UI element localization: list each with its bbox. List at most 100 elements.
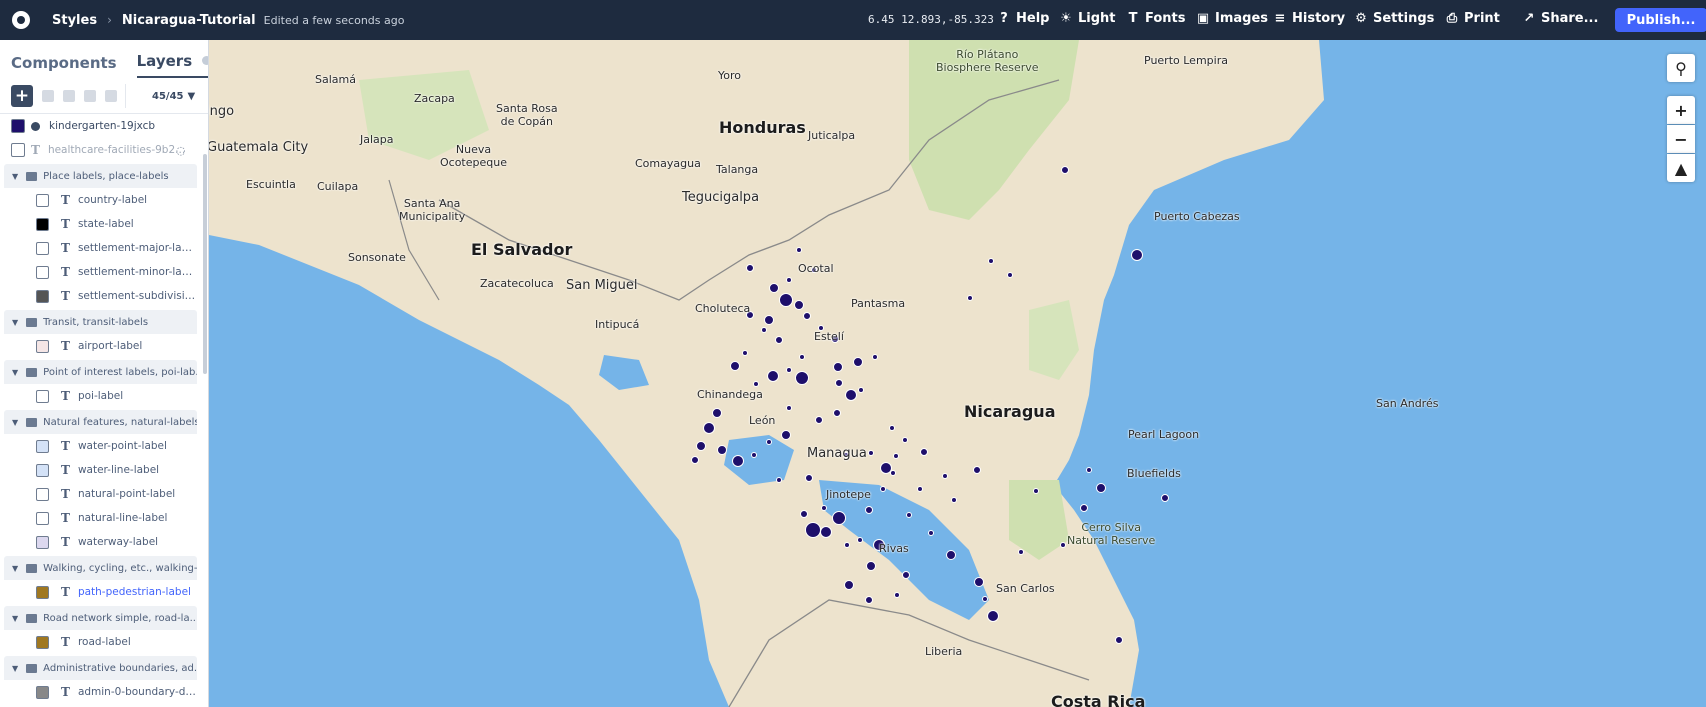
label-cuilapa: Cuilapa	[317, 180, 359, 193]
publish-button[interactable]: Publish...	[1615, 8, 1706, 32]
sidebar-scrollbar[interactable]	[203, 154, 207, 374]
layer-count[interactable]: 45/45 ▼	[125, 84, 195, 108]
compass-button[interactable]: ▲	[1667, 154, 1695, 182]
caret-down-icon: ▼	[12, 563, 19, 573]
tab-layers[interactable]: Layers	[136, 52, 208, 78]
text-layer-icon: T	[61, 463, 70, 477]
layer-row[interactable]: Tnatural-line-label	[4, 506, 197, 530]
kindergarten-point	[821, 505, 827, 511]
layer-row[interactable]: Twater-point-label	[4, 434, 197, 458]
layer-row[interactable]: Thealthcare-facilities-9b2... ◌	[0, 138, 208, 162]
history-icon: ≡	[1274, 11, 1286, 26]
layer-label: settlement-major-label	[77, 242, 197, 254]
layer-label: settlement-minor-label	[77, 266, 197, 278]
style-name[interactable]: Nicaragua-Tutorial	[122, 13, 256, 28]
kindergarten-point	[794, 300, 804, 310]
settings-button[interactable]: ⚙ Settings	[1354, 11, 1434, 26]
layer-swatch	[11, 119, 25, 133]
kindergarten-point	[751, 452, 757, 458]
label-san-miguel: San Miguel	[566, 278, 638, 293]
folder-icon	[26, 367, 38, 377]
help-button[interactable]: ? Help	[997, 11, 1049, 26]
layer-row[interactable]: Tadmin-0-boundary-disp...	[4, 680, 197, 704]
label-ingo: ingo	[209, 104, 235, 119]
layer-row[interactable]: Twater-line-label	[4, 458, 197, 482]
layer-label: country-label	[77, 194, 148, 206]
layer-label: natural-line-label	[77, 512, 168, 524]
layer-row[interactable]: Tsettlement-subdivision...	[4, 284, 197, 308]
layer-swatch	[36, 241, 49, 255]
label-managua: Managua	[807, 446, 867, 461]
layer-group-header[interactable]: ▼ Natural features, natural-labels	[4, 410, 197, 434]
label-pearl-lagoon: Pearl Lagoon	[1128, 428, 1200, 441]
layer-group-header[interactable]: ▼ Place labels, place-labels	[4, 164, 197, 188]
label-puerto-lempira: Puerto Lempira	[1144, 54, 1228, 67]
kindergarten-point	[1060, 542, 1066, 548]
print-button[interactable]: ⎙ Print	[1445, 11, 1500, 26]
text-layer-icon: T	[61, 635, 70, 649]
layer-row[interactable]: Tstate-label	[4, 212, 197, 236]
kindergarten-point	[844, 580, 854, 590]
layer-row[interactable]: Tsettlement-minor-label	[4, 260, 197, 284]
layers-sidebar: Components Layers + 45/45 ▼ kindergarten-…	[0, 40, 209, 707]
zoom-in-button[interactable]: +	[1667, 96, 1695, 124]
delete-icon[interactable]	[105, 89, 117, 102]
label-nueva-ocotepeque: Nueva Ocotepeque	[440, 143, 507, 169]
label-intipuca: Intipucá	[595, 318, 640, 331]
kindergarten-point	[833, 362, 843, 372]
hide-icon[interactable]	[84, 89, 96, 102]
images-button[interactable]: ▣ Images	[1196, 11, 1268, 26]
duplicate-icon[interactable]	[42, 89, 54, 102]
folder-icon	[26, 317, 38, 327]
text-layer-icon: T	[61, 511, 70, 525]
kindergarten-point	[946, 550, 956, 560]
circle-layer-icon	[31, 121, 40, 131]
share-icon: ↗	[1523, 11, 1535, 26]
add-layer-button[interactable]: +	[11, 84, 33, 107]
zoom-coords-readout: 6.45 12.893,-85.323	[868, 13, 994, 26]
kindergarten-point	[779, 293, 793, 307]
label-escuintla: Escuintla	[246, 178, 296, 191]
layer-row[interactable]: Troad-label	[4, 630, 197, 654]
light-label: Light	[1078, 11, 1116, 26]
layer-row[interactable]: Tpoi-label	[4, 384, 197, 408]
folder-icon	[26, 563, 38, 573]
share-label: Share...	[1541, 11, 1599, 26]
layer-row[interactable]: Tcountry-label	[4, 188, 197, 212]
mapbox-logo-icon[interactable]	[12, 11, 30, 29]
layer-row[interactable]: Twaterway-label	[4, 530, 197, 554]
layer-swatch	[36, 487, 49, 501]
sidebar-tabs: Components Layers	[0, 40, 208, 78]
layer-group-header[interactable]: ▼ Road network simple, road-la...	[4, 606, 197, 630]
zoom-out-button[interactable]: −	[1667, 125, 1695, 153]
layer-row[interactable]: kindergarten-19jxcb	[0, 114, 208, 138]
text-layer-icon: T	[61, 685, 70, 699]
map-canvas[interactable]: Honduras Nicaragua El Salvador Costa Ric…	[209, 40, 1706, 707]
layer-toolbar: + 45/45 ▼	[0, 78, 208, 114]
hidden-eye-icon[interactable]: ◌	[176, 144, 186, 157]
history-button[interactable]: ≡ History	[1273, 11, 1346, 26]
light-button[interactable]: ☀ Light	[1059, 11, 1116, 26]
fonts-button[interactable]: T Fonts	[1126, 11, 1186, 26]
map-search-button[interactable]: ⚲	[1667, 54, 1695, 82]
group-icon[interactable]	[63, 89, 75, 102]
layer-group-header[interactable]: ▼ Point of interest labels, poi-lab...	[4, 360, 197, 384]
kindergarten-point	[1080, 504, 1088, 512]
kindergarten-point	[776, 477, 782, 483]
chevron-right-icon: ›	[107, 13, 112, 27]
tab-components[interactable]: Components	[11, 54, 117, 78]
layer-group-header[interactable]: ▼ Transit, transit-labels	[4, 310, 197, 334]
label-santa-ana: Santa Ana Municipality	[399, 197, 466, 223]
layer-row[interactable]: Tairport-label	[4, 334, 197, 358]
label-jalapa: Jalapa	[360, 133, 394, 146]
share-button[interactable]: ↗ Share...	[1522, 11, 1599, 26]
layer-row[interactable]: Tpath-pedestrian-label	[4, 580, 197, 604]
breadcrumb-styles[interactable]: Styles	[52, 13, 97, 28]
caret-down-icon: ▼	[12, 317, 19, 327]
layer-group-header[interactable]: ▼ Administrative boundaries, ad...	[4, 656, 197, 680]
fonts-label: Fonts	[1145, 11, 1186, 26]
layer-row[interactable]: Tnatural-point-label	[4, 482, 197, 506]
layer-group-header[interactable]: ▼ Walking, cycling, etc., walking-...	[4, 556, 197, 580]
kindergarten-point	[795, 371, 809, 385]
layer-row[interactable]: Tsettlement-major-label	[4, 236, 197, 260]
